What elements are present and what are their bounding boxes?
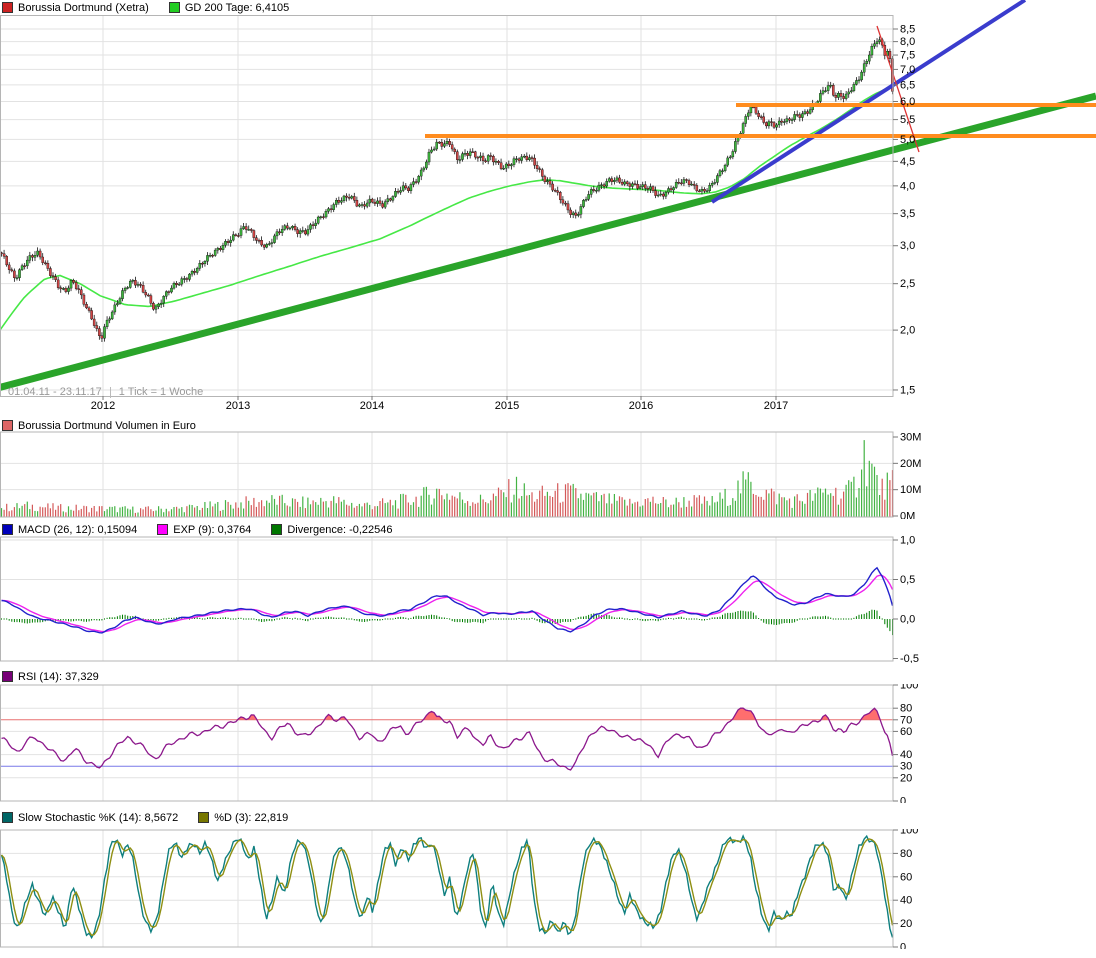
svg-text:2016: 2016 bbox=[629, 400, 653, 412]
legend-item: MACD (26, 12): 0,15094 bbox=[2, 524, 137, 536]
svg-text:20: 20 bbox=[900, 772, 912, 784]
volume-chart-canvas: 30M 20M 10M 0M bbox=[0, 431, 921, 520]
rsi-chart-canvas: 100 807060 403020 0 bbox=[0, 684, 918, 804]
svg-text:20: 20 bbox=[900, 918, 912, 930]
date-range-note: 01.04.11 - 23.11.17 1 Tick = 1 Woche bbox=[8, 386, 203, 398]
svg-text:2013: 2013 bbox=[226, 400, 250, 412]
legend-swatch bbox=[2, 524, 13, 535]
svg-text:2014: 2014 bbox=[360, 400, 384, 412]
macd-chart-canvas: 1,0 0,5 0,0 -0,5 bbox=[0, 536, 919, 663]
svg-text:5,0: 5,0 bbox=[900, 134, 915, 146]
svg-text:5,5: 5,5 bbox=[900, 114, 915, 126]
legend-item: RSI (14): 37,329 bbox=[2, 671, 99, 683]
tick-interval-text: 1 Tick = 1 Woche bbox=[118, 386, 204, 398]
legend-swatch bbox=[157, 524, 169, 535]
svg-text:0,0: 0,0 bbox=[900, 614, 915, 626]
legend-label: RSI (14): 37,329 bbox=[18, 670, 99, 683]
svg-text:30M: 30M bbox=[900, 432, 921, 444]
stochastic-chart-legend: Slow Stochastic %K (14): 8,5672 %D (3): 2… bbox=[2, 811, 288, 824]
note-divider bbox=[109, 386, 111, 398]
rsi-chart-legend: RSI (14): 37,329 bbox=[2, 670, 99, 683]
svg-text:4,0: 4,0 bbox=[900, 180, 915, 192]
legend-item: Borussia Dortmund Volumen in Euro bbox=[2, 420, 196, 432]
svg-text:100: 100 bbox=[900, 829, 918, 837]
svg-text:100: 100 bbox=[900, 684, 918, 692]
svg-text:2015: 2015 bbox=[495, 400, 519, 412]
legend-item: %D (3): 22,819 bbox=[198, 812, 288, 824]
svg-text:2,0: 2,0 bbox=[900, 325, 915, 337]
svg-text:0,5: 0,5 bbox=[900, 574, 915, 586]
svg-text:3,5: 3,5 bbox=[900, 208, 915, 220]
legend-label: Slow Stochastic %K (14): 8,5672 bbox=[18, 811, 179, 824]
svg-text:7,0: 7,0 bbox=[900, 64, 915, 76]
stochastic-chart-canvas: 100 80 60 40 20 0 bbox=[0, 829, 918, 950]
svg-text:-0,5: -0,5 bbox=[900, 653, 919, 663]
legend-label: Divergence: -0,22546 bbox=[287, 523, 393, 536]
svg-text:20M: 20M bbox=[900, 458, 921, 470]
svg-text:0: 0 bbox=[900, 942, 906, 950]
svg-text:0: 0 bbox=[900, 796, 906, 804]
svg-text:6,0: 6,0 bbox=[900, 96, 915, 108]
svg-text:7,5: 7,5 bbox=[900, 50, 915, 62]
date-range-text: 01.04.11 - 23.11.17 bbox=[8, 386, 102, 398]
svg-text:2017: 2017 bbox=[764, 400, 788, 412]
svg-text:1,5: 1,5 bbox=[900, 384, 915, 396]
svg-text:60: 60 bbox=[900, 726, 912, 738]
price-chart-canvas: 8,58,0 7,5 7,0 6,5 6,0 5,5 5,0 4,5 4,0 3,5 3,0 2,5 2… bbox=[0, 0, 1096, 412]
svg-text:3,0: 3,0 bbox=[900, 240, 915, 252]
stock-chart-page: Borussia Dortmund (Xetra) GD 200 Tage: 6,… bbox=[0, 0, 1096, 958]
svg-text:70: 70 bbox=[900, 714, 912, 726]
svg-text:1,0: 1,0 bbox=[900, 536, 915, 547]
legend-swatch bbox=[2, 671, 13, 682]
svg-text:10M: 10M bbox=[900, 484, 921, 496]
legend-label: EXP (9): 0,3764 bbox=[173, 523, 252, 536]
legend-item: Slow Stochastic %K (14): 8,5672 bbox=[2, 812, 178, 824]
svg-text:8,0: 8,0 bbox=[900, 36, 915, 48]
legend-swatch bbox=[271, 524, 283, 535]
legend-label: Borussia Dortmund Volumen in Euro bbox=[18, 419, 196, 432]
svg-text:60: 60 bbox=[900, 871, 912, 883]
macd-chart-legend: MACD (26, 12): 0,15094 EXP (9): 0,3764 Div… bbox=[2, 523, 393, 536]
legend-item: EXP (9): 0,3764 bbox=[157, 524, 251, 536]
svg-text:2012: 2012 bbox=[91, 400, 115, 412]
legend-label: %D (3): 22,819 bbox=[214, 811, 289, 824]
legend-label: MACD (26, 12): 0,15094 bbox=[18, 523, 138, 536]
svg-text:4,5: 4,5 bbox=[900, 156, 915, 168]
legend-swatch bbox=[198, 812, 210, 823]
svg-text:40: 40 bbox=[900, 895, 912, 907]
svg-text:2,5: 2,5 bbox=[900, 278, 915, 290]
svg-text:40: 40 bbox=[900, 749, 912, 761]
svg-text:6,5: 6,5 bbox=[900, 79, 915, 91]
svg-text:80: 80 bbox=[900, 848, 912, 860]
svg-text:0M: 0M bbox=[900, 511, 915, 520]
svg-text:80: 80 bbox=[900, 703, 912, 715]
svg-text:30: 30 bbox=[900, 761, 912, 773]
legend-swatch bbox=[2, 420, 13, 431]
legend-swatch bbox=[2, 812, 13, 823]
svg-text:8,5: 8,5 bbox=[900, 24, 915, 36]
legend-item: Divergence: -0,22546 bbox=[271, 523, 393, 536]
